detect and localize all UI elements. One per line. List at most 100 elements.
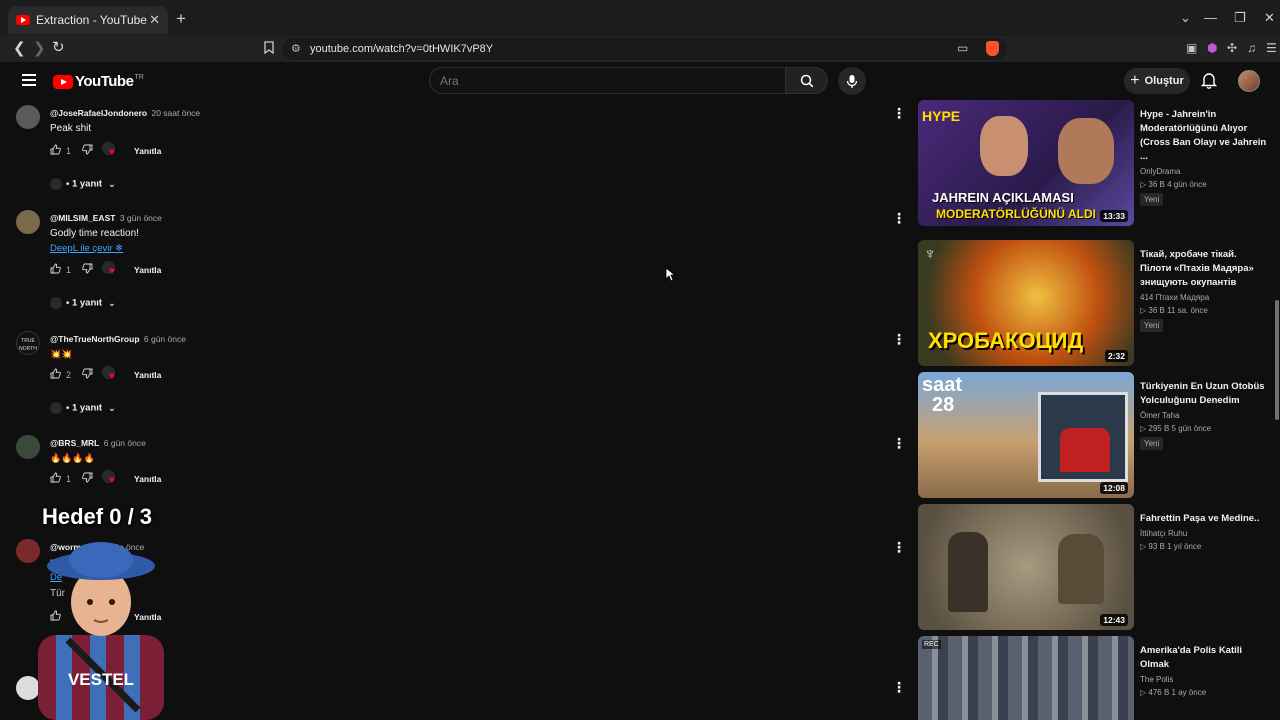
avatar — [50, 178, 62, 190]
related-video[interactable]: 12:43 Fahrettin Paşa ve Medine.. İttihat… — [918, 504, 1268, 630]
avatar — [50, 297, 62, 309]
voice-search-button[interactable] — [838, 67, 866, 95]
browser-menu-icon[interactable]: ☰ — [1266, 41, 1277, 55]
comment-author[interactable]: @MILSIM_EAST — [50, 213, 115, 223]
video-title[interactable]: Fahrettin Paşa ve Medine.. — [1140, 512, 1268, 526]
comment-author[interactable]: @TheTrueNorthGroup — [50, 334, 140, 344]
bookmark-icon[interactable] — [264, 41, 274, 57]
avatar[interactable] — [16, 210, 40, 234]
mic-icon — [846, 74, 858, 88]
like-icon[interactable] — [50, 263, 61, 276]
tab-search-chevron-icon[interactable]: ⌄ — [1180, 10, 1191, 26]
video-title[interactable]: Hype - Jahrein'in Moderatörlüğünü Alıyor… — [1140, 108, 1268, 164]
reload-icon[interactable]: ↻ — [52, 38, 65, 56]
video-thumbnail[interactable]: ♆ ХРОБАКОЦИД 2:32 — [918, 240, 1134, 366]
extensions-puzzle-icon[interactable]: ✣ — [1227, 41, 1237, 55]
kebab-icon[interactable]: ⋮ — [892, 436, 906, 450]
guide-menu-icon[interactable] — [22, 74, 36, 89]
avatar[interactable]: TRUE NORTH — [16, 331, 40, 355]
cast-icon[interactable]: ▭ — [957, 41, 968, 55]
comment-author[interactable]: @BRS_MRL — [50, 438, 99, 448]
dislike-icon[interactable] — [82, 368, 93, 381]
back-icon[interactable]: ❮ — [13, 39, 26, 57]
video-channel[interactable]: İttihatçı Ruhu — [1140, 529, 1268, 538]
minimize-button[interactable]: — — [1204, 10, 1217, 25]
comment-text: Peak shit — [50, 123, 92, 134]
comment-time[interactable]: 20 saat önce — [151, 108, 200, 118]
video-channel[interactable]: The Polis — [1140, 675, 1268, 684]
view-replies-button[interactable]: • 1 yanıt ⌄ — [50, 178, 116, 194]
site-settings-icon[interactable]: ⚙ — [291, 42, 301, 55]
related-video[interactable]: HYPE JAHREIN AÇIKLAMASI MODERATÖRLÜĞÜNÜ … — [918, 100, 1268, 226]
video-thumbnail[interactable]: REC — [918, 636, 1134, 720]
dislike-icon[interactable] — [82, 263, 93, 276]
reply-button[interactable]: Yanıtla — [134, 474, 161, 484]
video-views: ▷ 476 B — [1140, 688, 1170, 697]
video-info: Amerika'da Polis Katili Olmak The Polis … — [1140, 644, 1268, 697]
video-meta: ▷ 93 B 1 yıl önce — [1140, 542, 1268, 551]
thumbnail-line-1: ХРОБАКОЦИД — [928, 328, 1084, 353]
video-thumbnail[interactable]: HYPE JAHREIN AÇIKLAMASI MODERATÖRLÜĞÜNÜ … — [918, 100, 1134, 226]
page-scrollbar[interactable] — [1275, 300, 1279, 420]
account-avatar[interactable] — [1238, 70, 1260, 92]
media-controls-icon[interactable]: ♫ — [1247, 41, 1256, 55]
video-meta: ▷ 295 B 5 gün önce — [1140, 424, 1268, 433]
video-title[interactable]: Türkiyenin En Uzun Otobüs Yolculuğunu De… — [1140, 380, 1268, 408]
video-duration: 13:33 — [1100, 210, 1128, 222]
video-thumbnail[interactable]: saat 28 12:08 — [918, 372, 1134, 498]
video-channel[interactable]: OnlyDrama — [1140, 167, 1268, 176]
bell-icon[interactable] — [1201, 71, 1217, 89]
browser-toolbar: ❮ ❯ ↻ ⚙ youtube.com/watch?v=0tHWIK7vP8Y … — [0, 36, 1280, 62]
youtube-logo[interactable]: YouTube TR — [53, 73, 144, 90]
kebab-icon[interactable]: ⋮ — [892, 540, 906, 554]
video-channel[interactable]: 414 Птахи Мадяра — [1140, 293, 1268, 302]
tab-close-icon[interactable]: ✕ — [149, 12, 160, 28]
dislike-icon[interactable] — [82, 472, 93, 485]
address-bar[interactable]: ⚙ youtube.com/watch?v=0tHWIK7vP8Y — [282, 38, 1007, 60]
video-meta: ▷ 476 B 1 ay önce — [1140, 688, 1268, 697]
forward-icon[interactable]: ❯ — [33, 39, 46, 57]
video-title[interactable]: Amerika'da Polis Katili Olmak — [1140, 644, 1268, 672]
comment-author[interactable]: @JoseRafaelJondonero — [50, 108, 147, 118]
comment-time[interactable]: 3 gün önce — [120, 213, 162, 223]
ublock-icon[interactable]: ⬢ — [1207, 41, 1217, 55]
new-tab-button[interactable]: + — [176, 9, 186, 29]
like-icon[interactable] — [50, 144, 61, 157]
create-button[interactable]: + Oluştur — [1124, 68, 1190, 94]
view-replies-button[interactable]: • 1 yanıt ⌄ — [50, 402, 116, 418]
like-icon[interactable] — [50, 472, 61, 485]
related-video[interactable]: REC Amerika'da Polis Katili Olmak The Po… — [918, 636, 1268, 720]
comment-time[interactable]: 6 gün önce — [144, 334, 186, 344]
reply-button[interactable]: Yanıtla — [134, 370, 161, 380]
like-count: 1 — [66, 146, 72, 156]
kebab-icon[interactable]: ⋮ — [892, 332, 906, 346]
dislike-icon[interactable] — [82, 144, 93, 157]
comment-time[interactable]: 6 gün önce — [104, 438, 146, 448]
view-replies-button[interactable]: • 1 yanıt ⌄ — [50, 297, 116, 313]
related-video[interactable]: ♆ ХРОБАКОЦИД 2:32 Тікай, хробаче тікай. … — [918, 240, 1268, 366]
related-video[interactable]: saat 28 12:08 Türkiyenin En Uzun Otobüs … — [918, 372, 1268, 498]
thumbnail-person — [1058, 118, 1114, 184]
translate-link[interactable]: DeepL ile çevir ❄ — [50, 243, 123, 254]
kebab-icon[interactable]: ⋮ — [892, 211, 906, 225]
extension-icon[interactable]: ▣ — [1186, 41, 1197, 55]
avatar[interactable] — [16, 435, 40, 459]
video-info: Тікай, хробаче тікай. Пілоти «Птахів Мад… — [1140, 248, 1268, 333]
kebab-icon[interactable]: ⋮ — [892, 106, 906, 120]
video-title[interactable]: Тікай, хробаче тікай. Пілоти «Птахів Мад… — [1140, 248, 1268, 290]
browser-tab[interactable]: Extraction - YouTube ✕ — [8, 6, 168, 34]
search-input[interactable] — [430, 68, 785, 93]
like-icon[interactable] — [50, 368, 61, 381]
search-button[interactable] — [786, 67, 828, 94]
restore-button[interactable]: ❐ — [1234, 10, 1246, 26]
reply-button[interactable]: Yanıtla — [134, 146, 161, 156]
video-info: Türkiyenin En Uzun Otobüs Yolculuğunu De… — [1140, 380, 1268, 451]
reply-button[interactable]: Yanıtla — [134, 265, 161, 275]
video-thumbnail[interactable]: 12:43 — [918, 504, 1134, 630]
comment-thread: @JoseRafaelJondonero 20 saat önce Peak s… — [16, 102, 906, 198]
kebab-icon[interactable]: ⋮ — [892, 680, 906, 694]
brave-shields-icon[interactable] — [986, 41, 999, 56]
close-window-button[interactable]: ✕ — [1264, 10, 1275, 26]
avatar[interactable] — [16, 105, 40, 129]
video-channel[interactable]: Ömer Taha — [1140, 411, 1268, 420]
